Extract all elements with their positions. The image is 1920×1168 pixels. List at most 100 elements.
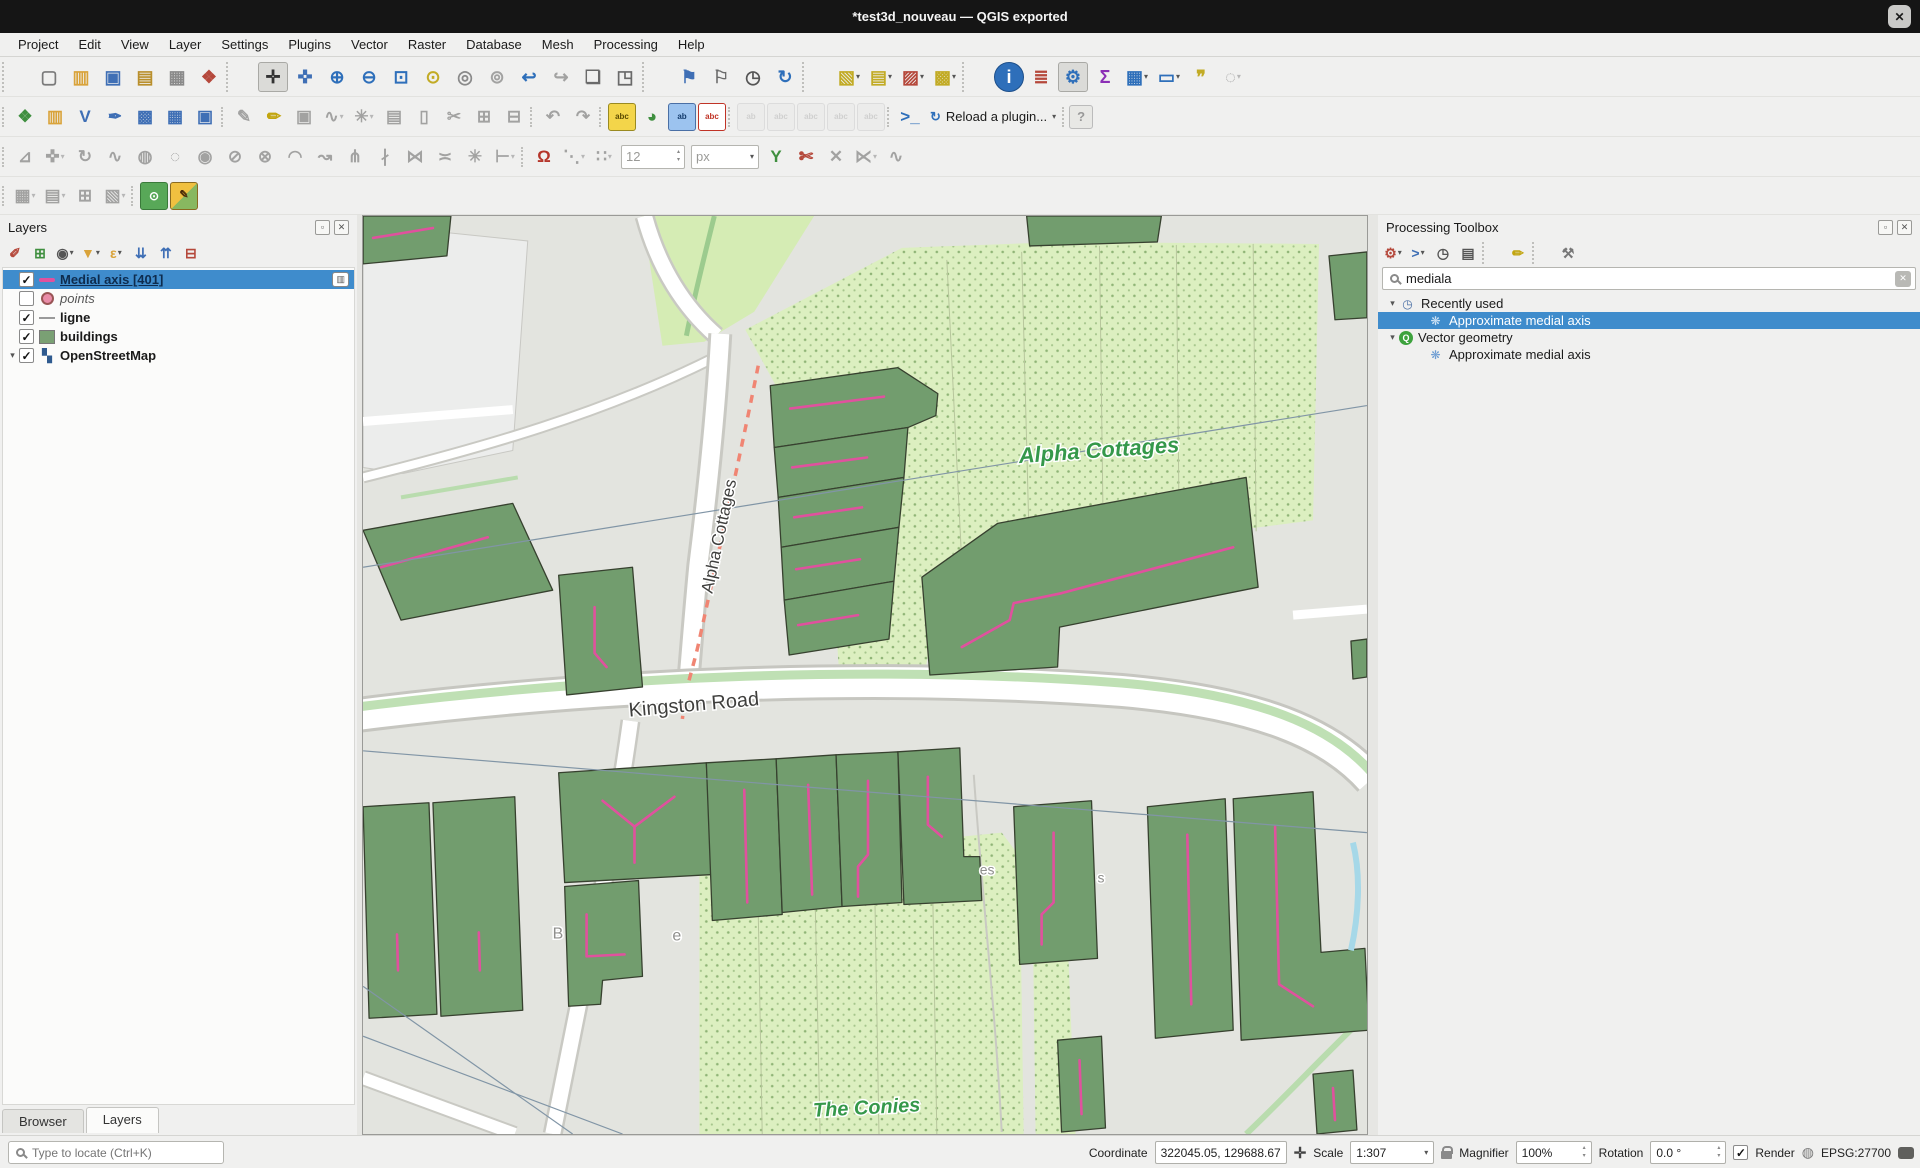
zoom-native-resolution[interactable]: ⊚ [482, 62, 512, 92]
pan-to-selection[interactable]: ✜ [290, 62, 320, 92]
memory-layer-badge-icon[interactable]: ▥ [332, 272, 349, 287]
temporal-controller[interactable]: ◷ [738, 62, 768, 92]
new-spatial-bookmark[interactable]: ⚑ [674, 62, 704, 92]
trim-extend[interactable]: ⊢ ▾ [491, 143, 519, 171]
layer-checkbox[interactable] [19, 291, 34, 306]
simplify-feature[interactable]: ∿ [101, 143, 129, 171]
clear-search-icon[interactable]: ✕ [1895, 271, 1911, 287]
menu-item[interactable]: Database [456, 35, 532, 54]
refresh-map[interactable]: ↻ [770, 62, 800, 92]
layer-row[interactable]: ✓ ligne [3, 308, 354, 327]
layer-checkbox[interactable]: ✓ [19, 310, 34, 325]
new-3d-map-view[interactable]: ◳ [610, 62, 640, 92]
zoom-next[interactable]: ↪ [546, 62, 576, 92]
open-project[interactable]: ▥ [66, 62, 96, 92]
topological-editing[interactable]: Y [762, 143, 790, 171]
scale-combo[interactable]: 1:307 ▾ [1350, 1141, 1434, 1164]
rotation-spinbox[interactable]: 0.0 ° ▴▾ [1650, 1141, 1726, 1164]
new-project[interactable]: ▢ [34, 62, 64, 92]
expand-all[interactable]: ⇊ [130, 242, 152, 264]
delete-selected[interactable]: ▯ [410, 103, 438, 131]
merge-feature-attributes[interactable]: ≍ [431, 143, 459, 171]
identify-features[interactable]: i [994, 62, 1024, 92]
layer-row[interactable]: ▾ ✓ OpenStreetMap [3, 346, 354, 365]
locator-box[interactable] [8, 1141, 224, 1164]
copy-features[interactable]: ⊞ [470, 103, 498, 131]
panel-float-button[interactable]: ▫ [1878, 220, 1893, 235]
toolbox-search-input[interactable] [1406, 271, 1895, 286]
digitize-with-segment[interactable]: ∿ ▾ [320, 103, 348, 131]
layer-checkbox[interactable]: ✓ [19, 348, 34, 363]
menu-item[interactable]: Processing [584, 35, 668, 54]
open-layer-styling[interactable]: ✐ [4, 242, 26, 264]
new-shapefile-layer[interactable]: V [71, 103, 99, 131]
split-features[interactable]: ∤ [371, 143, 399, 171]
add-group[interactable]: ⊞ [29, 242, 51, 264]
show-hide-labels[interactable]: abc [767, 103, 795, 131]
menu-item[interactable]: Layer [159, 35, 212, 54]
render-checkbox[interactable]: ✓ [1733, 1145, 1748, 1160]
layer-diagram[interactable]: ◕ [638, 103, 666, 131]
expander-icon[interactable]: ▾ [1386, 332, 1399, 343]
new-mesh-layer[interactable]: ▦ [161, 103, 189, 131]
map-canvas[interactable]: Alpha Cottages Alpha Cottages Kingston R… [362, 215, 1368, 1135]
toolbox-tree-row[interactable]: ▾ Q Vector geometry [1378, 329, 1920, 346]
show-bookmarks[interactable]: ⚐ [706, 62, 736, 92]
layer-row[interactable]: points [3, 289, 354, 308]
statistical-summary[interactable]: Σ [1090, 62, 1120, 92]
remove-layer[interactable]: ⊟ [180, 242, 202, 264]
dock-tab[interactable]: Layers [86, 1107, 159, 1133]
collapse-all[interactable]: ⇈ [155, 242, 177, 264]
mesh-force-by-lines[interactable]: ▧ ▾ [101, 182, 129, 210]
vertex-editor[interactable]: ✳ [461, 143, 489, 171]
quickmapservices-search[interactable]: ⊙ [140, 182, 168, 210]
tracing[interactable]: ∿ [882, 143, 910, 171]
zoom-out[interactable]: ⊖ [354, 62, 384, 92]
current-edits[interactable]: ✏ [260, 103, 288, 131]
save-project[interactable]: ▣ [98, 62, 128, 92]
layer-labeling[interactable]: abc [608, 103, 636, 131]
edit-features-in-place[interactable]: ✏ [1507, 242, 1529, 264]
toolbox-tree-row[interactable]: ❋ Approximate medial axis [1378, 346, 1920, 363]
vertex-tool[interactable]: ✳ ▾ [350, 103, 378, 131]
processing-toolbox-toggle[interactable]: ⚙ [1058, 62, 1088, 92]
osm-edit[interactable]: ✎ [170, 182, 198, 210]
filter-legend[interactable]: ▼ ▾ [79, 242, 102, 264]
mesh-transform[interactable]: ▤ ▾ [41, 182, 69, 210]
style-manager[interactable]: ❖ [194, 62, 224, 92]
delete-ring[interactable]: ⊘ [221, 143, 249, 171]
layer-row[interactable]: ✓ Medial axis [401] ▥ [3, 270, 354, 289]
new-virtual-layer[interactable]: ▣ [191, 103, 219, 131]
magnifier-spinbox[interactable]: 100% ▴▾ [1516, 1141, 1592, 1164]
menu-item[interactable]: Help [668, 35, 715, 54]
measure[interactable]: ▭ ▾ [1154, 62, 1184, 92]
map-tips[interactable]: ❞ [1186, 62, 1216, 92]
show-layout-manager[interactable]: ▦ [162, 62, 192, 92]
mesh-selection[interactable]: ⊞ [71, 182, 99, 210]
add-ring[interactable]: ◍ [131, 143, 159, 171]
options[interactable]: ⚒ [1557, 242, 1579, 264]
new-print-layout[interactable]: ▤ [130, 62, 160, 92]
reload-plugin-button[interactable]: ↻ Reload a plugin... ▾ [924, 103, 1062, 131]
modify-attributes[interactable]: ▤ [380, 103, 408, 131]
messages-icon[interactable] [1898, 1147, 1914, 1159]
paste-features[interactable]: ⊟ [500, 103, 528, 131]
snapping-mode[interactable]: ⋱ ▾ [560, 143, 588, 171]
mesh-digitizing[interactable]: ▦ ▾ [11, 182, 39, 210]
help-button[interactable]: ? [1069, 105, 1093, 129]
menu-item[interactable]: Plugins [278, 35, 341, 54]
zoom-full-extent[interactable]: ⊡ [386, 62, 416, 92]
scripts[interactable]: > ▾ [1407, 242, 1429, 264]
snapping-options[interactable]: ∷ ▾ [590, 143, 618, 171]
layer-checkbox[interactable]: ✓ [19, 272, 34, 287]
snapping-unit-combo[interactable]: px ▾ [691, 145, 759, 169]
zoom-to-selection[interactable]: ⊙ [418, 62, 448, 92]
zoom-to-layer[interactable]: ◎ [450, 62, 480, 92]
move-label[interactable]: ab [737, 103, 765, 131]
pan-map[interactable]: ✛ [258, 62, 288, 92]
menu-item[interactable]: Settings [211, 35, 278, 54]
window-close-button[interactable]: ✕ [1888, 5, 1911, 28]
split-parts[interactable]: ⋔ [341, 143, 369, 171]
history[interactable]: ◷ [1432, 242, 1454, 264]
menu-item[interactable]: Edit [68, 35, 110, 54]
